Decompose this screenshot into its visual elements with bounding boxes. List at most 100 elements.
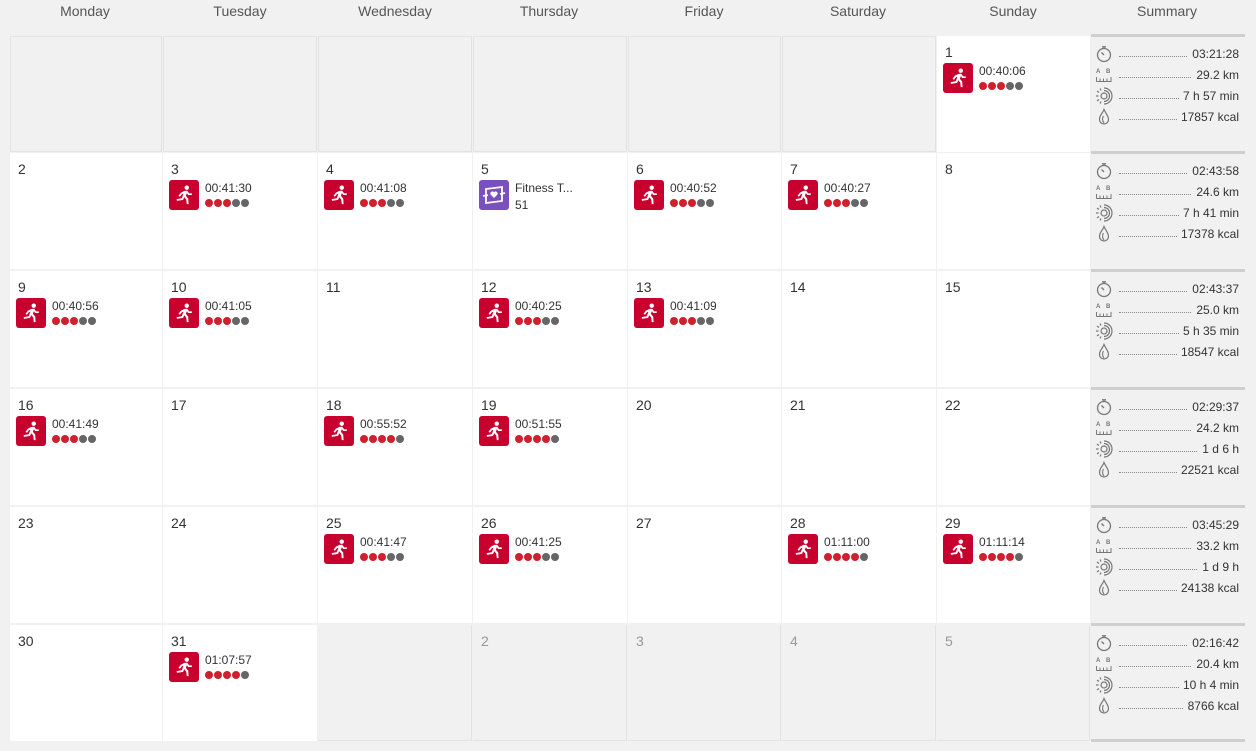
- calendar-day-cell[interactable]: 19 00:51:55: [473, 389, 627, 505]
- summary-duration-row: 03:21:28: [1091, 44, 1245, 64]
- week-summary: 03:21:28 A B 29.2 km 7 h 57 min 17857 kcal: [1091, 34, 1245, 151]
- running-activity-entry[interactable]: 00:40:27: [788, 180, 871, 210]
- calendar-day-cell[interactable]: 9 00:40:56: [10, 271, 162, 387]
- intensity-dot-filled: [223, 671, 231, 679]
- running-icon[interactable]: [479, 416, 509, 446]
- calendar-day-cell[interactable]: 5 Fitness T... 51: [473, 153, 627, 269]
- running-activity-entry[interactable]: 00:40:56: [16, 298, 99, 328]
- calendar-day-cell[interactable]: 18 00:55:52: [318, 389, 472, 505]
- calendar-day-cell[interactable]: 4 00:41:08: [318, 153, 472, 269]
- calendar-day-cell[interactable]: 23: [10, 507, 162, 623]
- running-activity-entry[interactable]: 00:41:25: [479, 534, 562, 564]
- day-number: 8: [945, 161, 953, 177]
- running-activity-entry[interactable]: 00:41:09: [634, 298, 717, 328]
- calendar-day-cell[interactable]: 17: [163, 389, 317, 505]
- intensity-dot-empty: [79, 435, 87, 443]
- intensity-dot-filled: [52, 435, 60, 443]
- intensity-dot-empty: [396, 435, 404, 443]
- calendar-day-cell[interactable]: 15: [937, 271, 1090, 387]
- calendar-day-cell[interactable]: 30: [10, 625, 162, 741]
- activity-info: 01:11:00: [824, 534, 870, 561]
- running-icon[interactable]: [324, 180, 354, 210]
- calendar-day-cell[interactable]: 1 00:40:06: [937, 36, 1090, 152]
- intensity-dot-filled: [533, 435, 541, 443]
- running-icon[interactable]: [788, 180, 818, 210]
- intensity-dot-filled: [842, 199, 850, 207]
- calendar-day-cell[interactable]: 14: [782, 271, 936, 387]
- calendar-day-cell[interactable]: 26 00:41:25: [473, 507, 627, 623]
- intensity-dot-empty: [860, 553, 868, 561]
- summary-duration-row: 02:43:37: [1091, 279, 1245, 299]
- calendar-day-cell[interactable]: 2: [10, 153, 162, 269]
- running-icon[interactable]: [479, 298, 509, 328]
- distance-ruler-icon: AB: [1095, 66, 1113, 84]
- running-icon[interactable]: [788, 534, 818, 564]
- running-activity-entry[interactable]: 00:40:25: [479, 298, 562, 328]
- calendar-day-cell[interactable]: 8: [937, 153, 1090, 269]
- running-activity-entry[interactable]: 00:41:05: [169, 298, 252, 328]
- running-icon[interactable]: [324, 416, 354, 446]
- intensity-dot-filled: [205, 671, 213, 679]
- calendar-day-cell[interactable]: 31 01:07:57: [163, 625, 317, 741]
- running-activity-entry[interactable]: 00:41:08: [324, 180, 407, 210]
- svg-text:B: B: [1106, 540, 1111, 546]
- activity-info: 00:40:27: [824, 180, 871, 207]
- running-activity-entry[interactable]: 01:07:57: [169, 652, 252, 682]
- calendar-day-cell[interactable]: 24: [163, 507, 317, 623]
- running-activity-entry[interactable]: 00:51:55: [479, 416, 562, 446]
- intensity-dot-empty: [706, 317, 714, 325]
- running-activity-entry[interactable]: 00:40:06: [943, 63, 1026, 93]
- running-icon[interactable]: [16, 298, 46, 328]
- calendar-day-cell[interactable]: 29 01:11:14: [937, 507, 1090, 623]
- fitness-test-entry[interactable]: Fitness T... 51: [479, 180, 573, 212]
- running-activity-entry[interactable]: 01:11:14: [943, 534, 1025, 564]
- calendar-day-cell[interactable]: 16 00:41:49: [10, 389, 162, 505]
- intensity-dot-empty: [1006, 82, 1014, 90]
- calendar-day-cell[interactable]: 12 00:40:25: [473, 271, 627, 387]
- calendar-day-cell[interactable]: 21: [782, 389, 936, 505]
- intensity-dot-filled: [360, 199, 368, 207]
- running-icon[interactable]: [169, 180, 199, 210]
- intensity-dot-filled: [833, 553, 841, 561]
- calendar-day-cell[interactable]: 27: [628, 507, 781, 623]
- activity-duration: 00:40:06: [979, 64, 1026, 78]
- running-activity-entry[interactable]: 00:41:47: [324, 534, 407, 564]
- calories-flame-icon: [1095, 460, 1113, 479]
- calendar-day-cell[interactable]: 6 00:40:52: [628, 153, 781, 269]
- running-icon[interactable]: [943, 534, 973, 564]
- running-activity-entry[interactable]: 00:55:52: [324, 416, 407, 446]
- running-icon[interactable]: [324, 534, 354, 564]
- intensity-dot-filled: [232, 671, 240, 679]
- calendar-day-cell[interactable]: 28 01:11:00: [782, 507, 936, 623]
- intensity-dot-filled: [515, 435, 523, 443]
- calendar-day-cell[interactable]: 13 00:41:09: [628, 271, 781, 387]
- intensity-rating: [670, 199, 717, 207]
- calendar-day-cell[interactable]: 10 00:41:05: [163, 271, 317, 387]
- summary-calories-row: 18547 kcal: [1091, 342, 1245, 362]
- running-icon[interactable]: [634, 298, 664, 328]
- calendar-day-cell[interactable]: 20: [628, 389, 781, 505]
- fitness-test-icon[interactable]: [479, 180, 509, 210]
- running-icon[interactable]: [169, 652, 199, 682]
- running-icon[interactable]: [634, 180, 664, 210]
- running-icon[interactable]: [943, 63, 973, 93]
- calendar-day-cell[interactable]: 11: [318, 271, 472, 387]
- running-icon[interactable]: [479, 534, 509, 564]
- intensity-dot-empty: [232, 317, 240, 325]
- intensity-dot-empty: [860, 199, 868, 207]
- running-activity-entry[interactable]: 01:11:00: [788, 534, 870, 564]
- intensity-rating: [979, 553, 1025, 561]
- activity-info: 00:41:49: [52, 416, 99, 443]
- running-activity-entry[interactable]: 00:41:30: [169, 180, 252, 210]
- calendar-day-cell[interactable]: 7 00:40:27: [782, 153, 936, 269]
- running-icon[interactable]: [16, 416, 46, 446]
- intensity-dot-empty: [542, 553, 550, 561]
- intensity-dot-filled: [533, 317, 541, 325]
- calendar-day-cell[interactable]: 22: [937, 389, 1090, 505]
- calendar-day-cell[interactable]: 25 00:41:47: [318, 507, 472, 623]
- calendar-day-cell[interactable]: 3 00:41:30: [163, 153, 317, 269]
- running-icon[interactable]: [169, 298, 199, 328]
- running-activity-entry[interactable]: 00:41:49: [16, 416, 99, 446]
- intensity-dot-empty: [1015, 553, 1023, 561]
- running-activity-entry[interactable]: 00:40:52: [634, 180, 717, 210]
